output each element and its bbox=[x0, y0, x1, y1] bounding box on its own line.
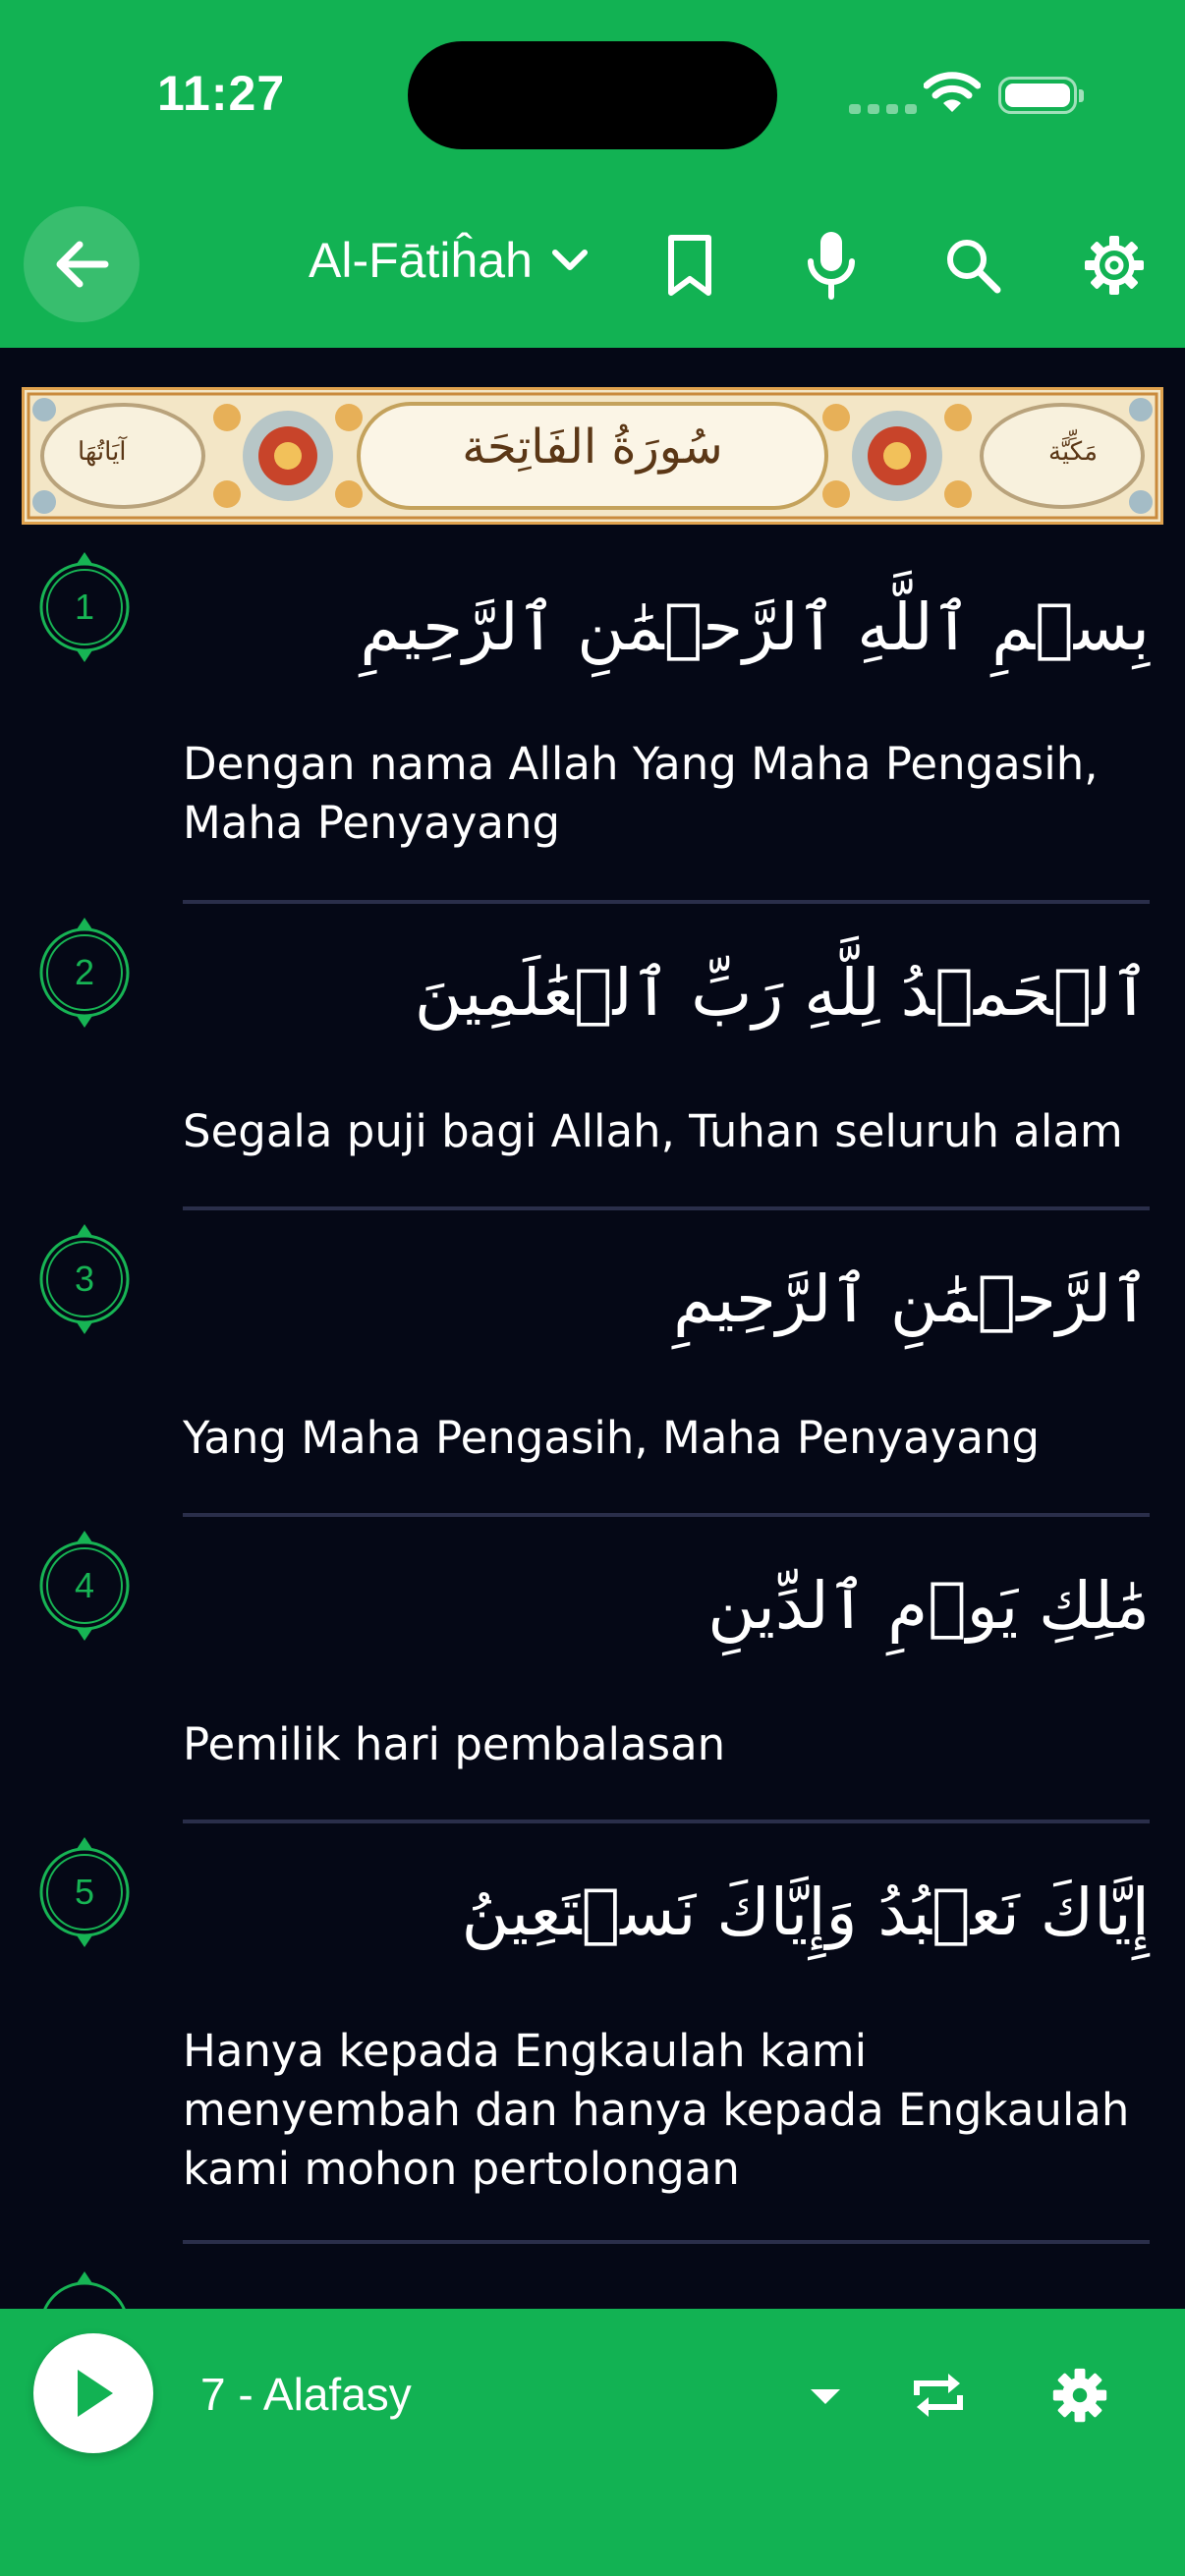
cellular-signal-icon bbox=[849, 104, 917, 114]
ayah-number-marker: 1 bbox=[37, 550, 132, 664]
verse-translation: Yang Maha Pengasih, Maha Penyayang bbox=[183, 1412, 1041, 1464]
surah-title: Al-Fātiĥah bbox=[309, 233, 533, 288]
ayah-number: 5 bbox=[74, 1872, 95, 1912]
banner-surah-name: سُورَةُ الفَاتِحَة bbox=[462, 420, 723, 475]
gear-icon bbox=[1052, 2368, 1107, 2423]
reciter-name: 7 - Alafasy bbox=[200, 2369, 412, 2420]
voice-search-button[interactable] bbox=[792, 218, 871, 312]
ayah-number-marker: 2 bbox=[37, 916, 132, 1030]
repeat-icon bbox=[914, 2374, 963, 2417]
arrow-left-icon bbox=[56, 241, 109, 288]
bookmark-icon bbox=[668, 235, 711, 296]
verse-item[interactable]: 4 مَٰلِكِ يَوۡمِ ٱلدِّينِ Pemilik hari p… bbox=[0, 1529, 1185, 1835]
ayah-number-marker-partial bbox=[37, 2269, 132, 2309]
verse-translation: Hanya kepada Engkaulah kami menyembah da… bbox=[183, 2025, 1130, 2195]
search-button[interactable] bbox=[933, 218, 1012, 312]
ayah-number-marker: 4 bbox=[37, 1529, 132, 1643]
settings-button[interactable] bbox=[1075, 218, 1154, 312]
status-time: 11:27 bbox=[157, 66, 286, 121]
arabic-verse-text: ٱلرَّحۡمَٰنِ ٱلرَّحِيمِ bbox=[673, 1261, 1150, 1337]
search-icon bbox=[947, 240, 1001, 294]
verse-translation: Pemilik hari pembalasan bbox=[183, 1718, 726, 1770]
verse-item[interactable]: 5 إِيَّاكَ نَعۡبُدُ وَإِيَّاكَ نَسۡتَعِي… bbox=[0, 1835, 1185, 2268]
arabic-verse-text: ٱلۡحَمۡدُ لِلَّهِ رَبِّ ٱلۡعَٰلَمِينَ bbox=[414, 955, 1150, 1031]
banner-verse-count-label: آيَاتُهَا bbox=[78, 437, 127, 467]
play-button[interactable] bbox=[33, 2333, 153, 2453]
player-settings-button[interactable] bbox=[1040, 2348, 1120, 2442]
arabic-verse-text: مَٰلِكِ يَوۡمِ ٱلدِّينِ bbox=[707, 1568, 1150, 1644]
surah-header-banner: سُورَةُ الفَاتِحَة آيَاتُهَا مَكِّيَّة bbox=[22, 387, 1163, 525]
surah-selector[interactable]: Al-Fātiĥah bbox=[309, 232, 590, 289]
microphone-icon bbox=[808, 232, 855, 300]
reciter-dropdown-button[interactable] bbox=[786, 2358, 865, 2436]
verse-divider bbox=[183, 1820, 1150, 1823]
wifi-icon bbox=[924, 72, 981, 112]
ayah-number: 1 bbox=[74, 587, 95, 627]
verse-divider bbox=[183, 2240, 1150, 2244]
verse-item[interactable]: 3 ٱلرَّحۡمَٰنِ ٱلرَّحِيمِ Yang Maha Peng… bbox=[0, 1222, 1185, 1529]
chevron-down-icon bbox=[551, 250, 588, 270]
repeat-button[interactable] bbox=[898, 2348, 979, 2442]
verse-list[interactable]: سُورَةُ الفَاتِحَة آيَاتُهَا مَكِّيَّة 1… bbox=[0, 348, 1185, 2309]
audio-player-bar: 7 - Alafasy bbox=[0, 2309, 1185, 2576]
verse-divider bbox=[183, 1513, 1150, 1517]
verse-divider bbox=[183, 900, 1150, 904]
verse-divider bbox=[183, 1206, 1150, 1210]
play-icon bbox=[78, 2370, 113, 2417]
ayah-number: 3 bbox=[74, 1259, 95, 1299]
arabic-verse-text: بِسۡمِ ٱللَّهِ ٱلرَّحۡمَٰنِ ٱلرَّحِيمِ bbox=[360, 589, 1150, 665]
verse-item[interactable]: 1 بِسۡمِ ٱللَّهِ ٱلرَّحۡمَٰنِ ٱلرَّحِيمِ… bbox=[0, 550, 1185, 904]
dropdown-arrow-icon bbox=[811, 2389, 840, 2404]
ayah-number-marker: 3 bbox=[37, 1222, 132, 1336]
ayah-number-marker: 5 bbox=[37, 1835, 132, 1949]
arabic-verse-text: إِيَّاكَ نَعۡبُدُ وَإِيَّاكَ نَسۡتَعِينُ bbox=[461, 1875, 1150, 1950]
battery-icon bbox=[998, 77, 1084, 114]
ayah-number: 4 bbox=[74, 1565, 95, 1605]
bookmark-button[interactable] bbox=[650, 218, 729, 312]
verse-translation: Dengan nama Allah Yang Maha Pengasih, Ma… bbox=[183, 738, 1099, 849]
gear-icon bbox=[1085, 236, 1144, 295]
banner-revelation-label: مَكِّيَّة bbox=[1048, 437, 1099, 467]
dynamic-island bbox=[408, 41, 777, 149]
verse-translation: Segala puji bagi Allah, Tuhan seluruh al… bbox=[183, 1105, 1123, 1157]
app-header: 11:27 Al-Fātiĥah bbox=[0, 0, 1185, 348]
back-button[interactable] bbox=[24, 206, 140, 322]
ayah-number: 2 bbox=[74, 952, 95, 992]
verse-item[interactable]: 2 ٱلۡحَمۡدُ لِلَّهِ رَبِّ ٱلۡعَٰلَمِينَ … bbox=[0, 916, 1185, 1220]
